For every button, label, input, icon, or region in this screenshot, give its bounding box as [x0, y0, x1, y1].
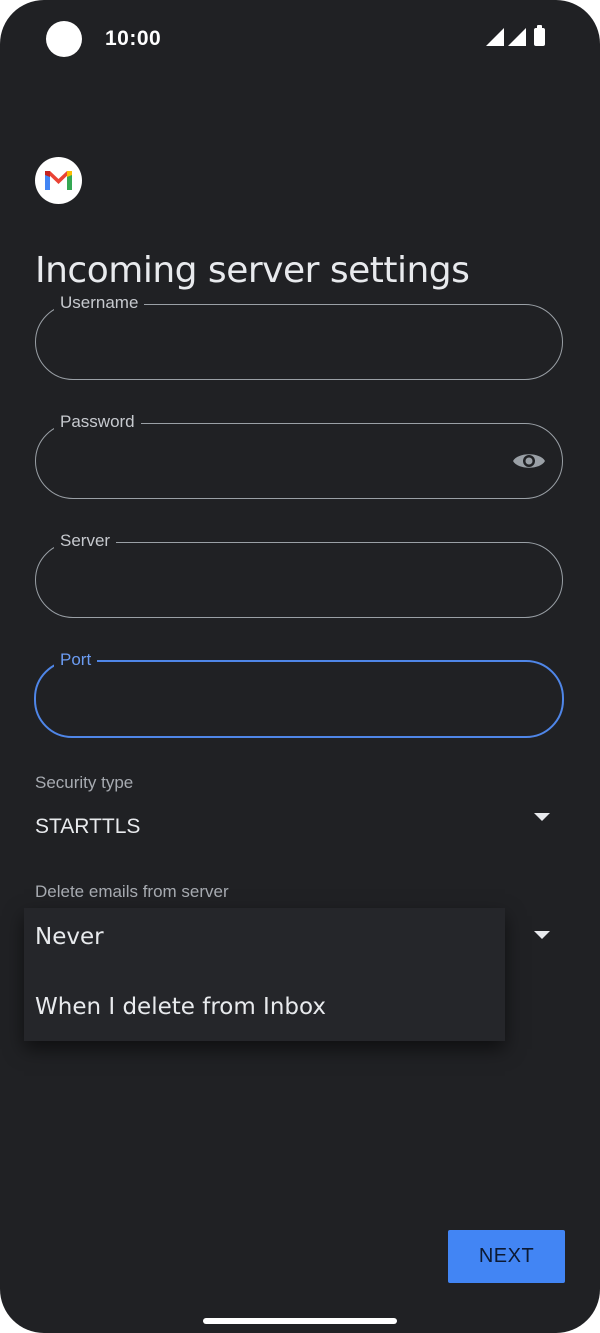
port-label: Port	[54, 649, 98, 671]
page-title: Incoming server settings	[35, 250, 470, 292]
gmail-logo-icon	[35, 157, 82, 204]
username-label: Username	[54, 292, 145, 314]
menu-option-never[interactable]: Never	[35, 924, 104, 950]
password-field[interactable]: Password	[35, 411, 563, 499]
status-time: 10:00	[105, 27, 162, 50]
signal-icon	[486, 28, 526, 46]
delete-emails-dropdown-menu: Never When I delete from Inbox	[24, 908, 505, 1041]
server-label: Server	[54, 530, 117, 552]
security-type-label: Security type	[35, 773, 134, 792]
security-type-value[interactable]: STARTTLS	[35, 815, 140, 839]
status-bar: 10:00	[0, 0, 600, 80]
home-indicator[interactable]	[203, 1318, 397, 1324]
battery-icon	[534, 25, 545, 46]
password-label: Password	[54, 411, 141, 433]
username-field[interactable]: Username	[35, 292, 563, 380]
server-field[interactable]: Server	[35, 530, 563, 618]
front-camera	[46, 21, 82, 57]
port-field[interactable]: Port	[34, 649, 564, 738]
security-type-dropdown-icon[interactable]	[534, 813, 550, 821]
delete-emails-label: Delete emails from server	[35, 882, 229, 901]
menu-option-when-delete-from-inbox[interactable]: When I delete from Inbox	[35, 994, 326, 1020]
next-button[interactable]: NEXT	[448, 1230, 565, 1283]
show-password-eye-icon[interactable]	[512, 450, 546, 472]
phone-screen: 10:00 Incoming server settings Username …	[0, 0, 600, 1333]
delete-emails-dropdown-icon[interactable]	[534, 931, 550, 939]
